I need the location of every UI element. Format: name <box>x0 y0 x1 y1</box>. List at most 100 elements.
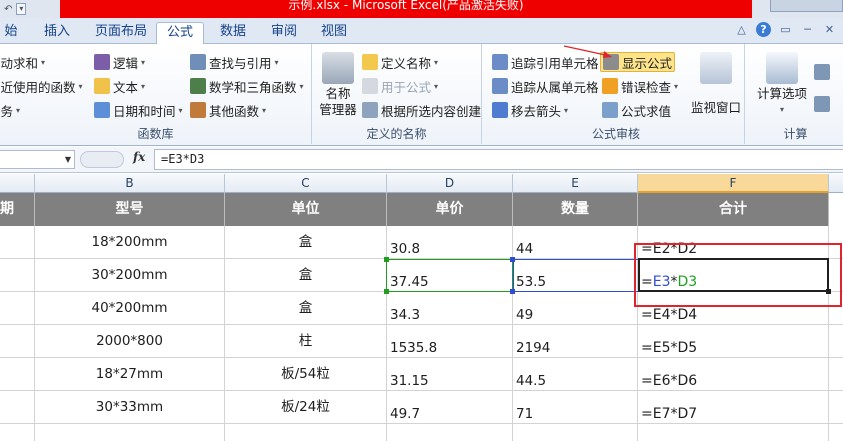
recent-functions-label: 最近使用的函数 <box>0 79 76 95</box>
undo-icon[interactable]: ↶ <box>4 4 12 15</box>
date-time-button[interactable]: 日期和时间 ▾ <box>94 100 183 120</box>
calculation-options-button[interactable]: 计算选项 ▾ <box>752 52 812 118</box>
table-row: 18*27mm 板/54粒 31.15 44.5 =E6*D6 <box>0 358 843 391</box>
cell-unit[interactable]: 盒 <box>225 259 387 292</box>
financial-button[interactable]: 财务▾ <box>0 100 20 120</box>
tab-data[interactable]: 数据 <box>212 22 254 44</box>
column-header-c[interactable]: C <box>225 174 387 193</box>
cell-total[interactable]: =E5*D5 <box>638 325 829 358</box>
tab-home[interactable]: 始 <box>0 22 22 44</box>
autosum-button[interactable]: 自动求和▾ <box>0 52 45 72</box>
watch-window-button[interactable]: 监视窗口 <box>690 52 742 116</box>
cell-price[interactable]: 34.3 <box>387 292 513 325</box>
header-cell-qty[interactable]: 数量 <box>513 193 638 226</box>
watch-window-label: 监视窗口 <box>690 100 741 115</box>
recent-functions-button[interactable]: 最近使用的函数▾ <box>0 76 83 96</box>
cell-unit[interactable]: 盒 <box>225 226 387 259</box>
cell-price[interactable]: 30.8 <box>387 226 513 259</box>
header-cell-unit[interactable]: 单位 <box>225 193 387 226</box>
use-in-formula-button[interactable]: 用于公式 ▾ <box>362 76 438 96</box>
cell-total[interactable]: =E6*D6 <box>638 358 829 391</box>
tab-review[interactable]: 审阅 <box>264 22 304 44</box>
calculate-sheet-icon[interactable] <box>814 96 830 112</box>
lookup-reference-button[interactable]: 查找与引用 ▾ <box>190 52 279 72</box>
cell-empty[interactable] <box>513 424 638 441</box>
range-handle[interactable] <box>510 257 515 262</box>
lookup-icon <box>190 54 206 70</box>
cell-a[interactable] <box>0 226 35 259</box>
cell-model[interactable]: 40*200mm <box>35 292 225 325</box>
use-in-formula-label: 用于公式 <box>381 79 432 95</box>
cell-model[interactable]: 18*27mm <box>35 358 225 391</box>
ribbon: 自动求和▾ 最近使用的函数▾ 财务▾ 逻辑▾ 文本▾ 日期和时间▾ 查找与引用▾… <box>0 44 843 146</box>
calculate-now-icon[interactable] <box>814 64 830 80</box>
help-icon[interactable]: ? <box>756 22 771 37</box>
more-functions-button[interactable]: 其他函数 ▾ <box>190 100 266 120</box>
cell-empty[interactable] <box>387 424 513 441</box>
cell-model[interactable]: 2000*800 <box>35 325 225 358</box>
cell-empty[interactable] <box>638 424 829 441</box>
cell-price[interactable]: 49.7 <box>387 391 513 424</box>
window-minimize-icon[interactable]: ─ <box>800 22 815 37</box>
cell-price[interactable]: 31.15 <box>387 358 513 391</box>
cell-qty[interactable]: 71 <box>513 391 638 424</box>
header-cell-model[interactable]: 型号 <box>35 193 225 226</box>
header-cell-date[interactable]: 期 <box>0 193 35 226</box>
cell-model[interactable]: 30*33mm <box>35 391 225 424</box>
restore-icon[interactable]: ▭ <box>778 22 793 37</box>
cell-total[interactable]: =E7*D7 <box>638 391 829 424</box>
cell-empty[interactable] <box>225 424 387 441</box>
header-cell-price[interactable]: 单价 <box>387 193 513 226</box>
cell-unit[interactable]: 盒 <box>225 292 387 325</box>
name-manager-button[interactable]: 名称 管理器 <box>316 52 360 118</box>
more-functions-label: 其他函数 <box>209 103 260 119</box>
tab-view[interactable]: 视图 <box>314 22 354 44</box>
create-from-selection-button[interactable]: 根据所选内容创建 <box>362 100 481 120</box>
cell-qty[interactable]: 2194 <box>513 325 638 358</box>
close-icon[interactable]: ✕ <box>822 22 837 37</box>
formula-bar-buttons[interactable] <box>80 151 124 168</box>
column-header-d[interactable]: D <box>387 174 513 193</box>
quick-access-dropdown-icon[interactable]: ▾ <box>16 3 27 15</box>
cell-unit[interactable]: 柱 <box>225 325 387 358</box>
range-handle[interactable] <box>384 257 389 262</box>
column-header-a[interactable] <box>0 174 35 193</box>
tab-insert[interactable]: 插入 <box>36 22 78 44</box>
math-trig-button[interactable]: 数学和三角函数 ▾ <box>190 76 304 96</box>
cell-empty[interactable] <box>35 424 225 441</box>
define-name-button[interactable]: 定义名称 ▾ <box>362 52 438 72</box>
cell-unit[interactable]: 板/54粒 <box>225 358 387 391</box>
cell-price[interactable]: 1535.8 <box>387 325 513 358</box>
column-header-f[interactable]: F <box>638 174 829 193</box>
cell-a[interactable] <box>0 259 35 292</box>
cell-unit[interactable]: 板/24粒 <box>225 391 387 424</box>
text-button[interactable]: 文本 ▾ <box>94 76 145 96</box>
tab-page-layout[interactable]: 页面布局 <box>88 22 154 44</box>
cell-a[interactable] <box>0 292 35 325</box>
column-header-b[interactable]: B <box>35 174 225 193</box>
evaluate-formula-button[interactable]: 公式求值 <box>602 100 671 120</box>
minimize-ribbon-icon[interactable]: △ <box>734 22 749 37</box>
range-handle[interactable] <box>510 289 515 294</box>
cell-qty[interactable]: 44 <box>513 226 638 259</box>
name-box[interactable]: ▼ <box>0 150 75 169</box>
cell-a[interactable] <box>0 358 35 391</box>
header-cell-total[interactable]: 合计 <box>638 193 829 226</box>
tab-formulas[interactable]: 公式 <box>156 22 204 45</box>
cell-model[interactable]: 18*200mm <box>35 226 225 259</box>
cell-model[interactable]: 30*200mm <box>35 259 225 292</box>
cell-qty[interactable]: 44.5 <box>513 358 638 391</box>
cell-qty[interactable]: 49 <box>513 292 638 325</box>
formula-input[interactable]: =E3*D3 <box>154 149 843 170</box>
remove-arrows-button[interactable]: 移去箭头 ▾ <box>492 100 568 120</box>
logical-button[interactable]: 逻辑 ▾ <box>94 52 145 72</box>
error-checking-button[interactable]: 错误检查 ▾ <box>602 76 678 96</box>
column-header-e[interactable]: E <box>513 174 638 193</box>
cell-a[interactable] <box>0 424 35 441</box>
insert-function-icon[interactable]: fx <box>133 150 145 164</box>
range-handle[interactable] <box>384 289 389 294</box>
window-controls[interactable] <box>770 0 843 12</box>
cell-a[interactable] <box>0 391 35 424</box>
trace-dependents-button[interactable]: 追踪从属单元格 <box>492 76 599 96</box>
cell-a[interactable] <box>0 325 35 358</box>
